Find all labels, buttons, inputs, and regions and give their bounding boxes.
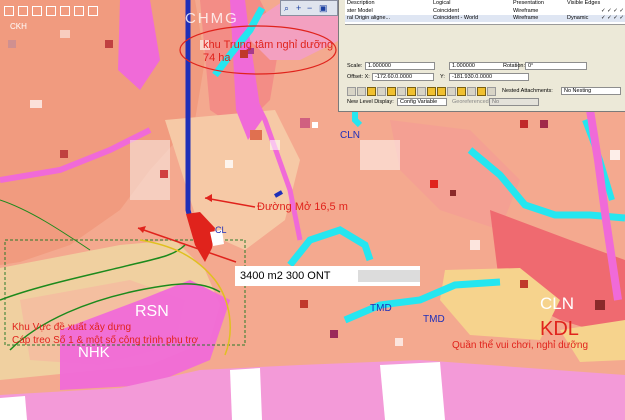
- zoom-icon[interactable]: ⌕: [284, 3, 289, 13]
- resort-name-label: khu Trung tâm nghỉ dưỡng: [203, 39, 334, 51]
- legend-square: [32, 6, 42, 16]
- header-description: Description: [347, 0, 375, 6]
- scale-label: Scale:: [347, 63, 363, 69]
- zone-code-tmd-2: TMD: [423, 314, 445, 325]
- georeferenced-select: No: [489, 98, 539, 106]
- rotation-label: Rotation:: [503, 63, 526, 69]
- toolbar-toggle[interactable]: [437, 87, 446, 96]
- row-presentation: Wireframe: [513, 15, 539, 21]
- legend-square: [18, 6, 28, 16]
- attachment-properties-panel: Description Logical Presentation Visible…: [338, 0, 625, 112]
- offset-x-field[interactable]: -172.60.0.0000: [372, 73, 434, 81]
- toolbar-toggle[interactable]: [397, 87, 406, 96]
- toolbar-toggle[interactable]: [467, 87, 476, 96]
- header-presentation: Presentation: [513, 0, 544, 6]
- park-label: Quần thể vui chơi, nghỉ dưỡng: [452, 340, 589, 351]
- row-description: ster Model: [347, 8, 373, 14]
- table-row[interactable]: ral Origin aligne... Coincident - World …: [345, 15, 625, 22]
- table-header: Description Logical Presentation Visible…: [345, 0, 625, 7]
- check-icon[interactable]: ✓ ✓ ✓ ✓: [601, 8, 624, 14]
- zone-code-cln-upper: CLN: [340, 130, 361, 141]
- legend-square: [88, 6, 98, 16]
- zone-code-nhk: NHK: [78, 344, 110, 361]
- fit-view-icon[interactable]: ▣: [319, 3, 328, 13]
- table-row[interactable]: ster Model Coincident Wireframe ✓ ✓ ✓ ✓: [345, 8, 625, 15]
- offset-y-field[interactable]: -181.930.0.0000: [449, 73, 529, 81]
- white-block-2: [380, 362, 445, 420]
- legend-square: [74, 6, 84, 16]
- toolbar-toggle[interactable]: [457, 87, 466, 96]
- toolbar-toggle[interactable]: [487, 87, 496, 96]
- map-label-tiny: CKH: [10, 22, 27, 31]
- attachment-table: Description Logical Presentation Visible…: [345, 0, 625, 25]
- white-block-3: [0, 396, 27, 420]
- plot-label: 3400 m2 300 ONT: [240, 270, 331, 282]
- toolbar-toggle[interactable]: [417, 87, 426, 96]
- toolbar-toggle[interactable]: [387, 87, 396, 96]
- remove-icon[interactable]: −: [307, 3, 312, 13]
- nested-attachments-label: Nested Attachments:: [502, 88, 553, 94]
- header-visible-edges: Visible Edges: [567, 0, 601, 6]
- georeferenced-label: Georeferenced:: [452, 99, 491, 105]
- offset-x-label: Offset: X:: [347, 74, 370, 80]
- scale-x-field[interactable]: 1.000000: [365, 62, 435, 70]
- toolbar-toggle[interactable]: [377, 87, 386, 96]
- zone-code-tmd-1: TMD: [370, 303, 392, 314]
- toolbar-toggle[interactable]: [407, 87, 416, 96]
- nested-attachments-select[interactable]: No Nesting: [561, 87, 621, 95]
- row-presentation: Wireframe: [513, 8, 539, 14]
- white-block-1: [230, 368, 262, 420]
- zone-code-kdl: KDL: [540, 318, 579, 340]
- toolbar-toggle[interactable]: [367, 87, 376, 96]
- row-description: ral Origin aligne...: [347, 15, 391, 21]
- toolbar-toggle[interactable]: [357, 87, 366, 96]
- toolbar-toggle[interactable]: [477, 87, 486, 96]
- toolbar-toggle[interactable]: [427, 87, 436, 96]
- offset-y-label: Y:: [440, 74, 445, 80]
- toolbar-toggle[interactable]: [347, 87, 356, 96]
- check-icon[interactable]: ✓ ✓ ✓ ✓: [601, 15, 624, 21]
- new-level-display-label: New Level Display:: [347, 99, 394, 105]
- proposal-label-1: Khu Vực đề xuất xây dựng: [12, 322, 132, 333]
- toolbar-toggle[interactable]: [447, 87, 456, 96]
- row-logical: Coincident - World: [433, 15, 479, 21]
- rotation-field[interactable]: 0°: [525, 62, 587, 70]
- resort-area-label: 74 ha: [203, 52, 231, 64]
- map-viewport[interactable]: CKH CHMG khu Trung tâm nghỉ dưỡng 74 ha …: [0, 0, 625, 420]
- zone-code-rsn: RSN: [135, 303, 169, 320]
- row-logical: Coincident: [433, 8, 459, 14]
- view-toolbar: ⌕ + − ▣: [280, 0, 338, 16]
- map-label-top: CHMG: [185, 10, 239, 27]
- legend-square: [46, 6, 56, 16]
- road-label: Đường Mở 16,5 m: [257, 201, 348, 213]
- plot-label-blur: [358, 270, 420, 282]
- add-icon[interactable]: +: [296, 3, 301, 13]
- header-logical: Logical: [433, 0, 451, 6]
- legend-square: [60, 6, 70, 16]
- zone-code-cl: CL: [215, 225, 227, 235]
- row-visible-edges: Dynamic: [567, 15, 589, 21]
- zone-code-cln-lower: CLN: [540, 294, 575, 313]
- new-level-display-select[interactable]: Config Variable: [397, 98, 447, 106]
- legend-square: [4, 6, 14, 16]
